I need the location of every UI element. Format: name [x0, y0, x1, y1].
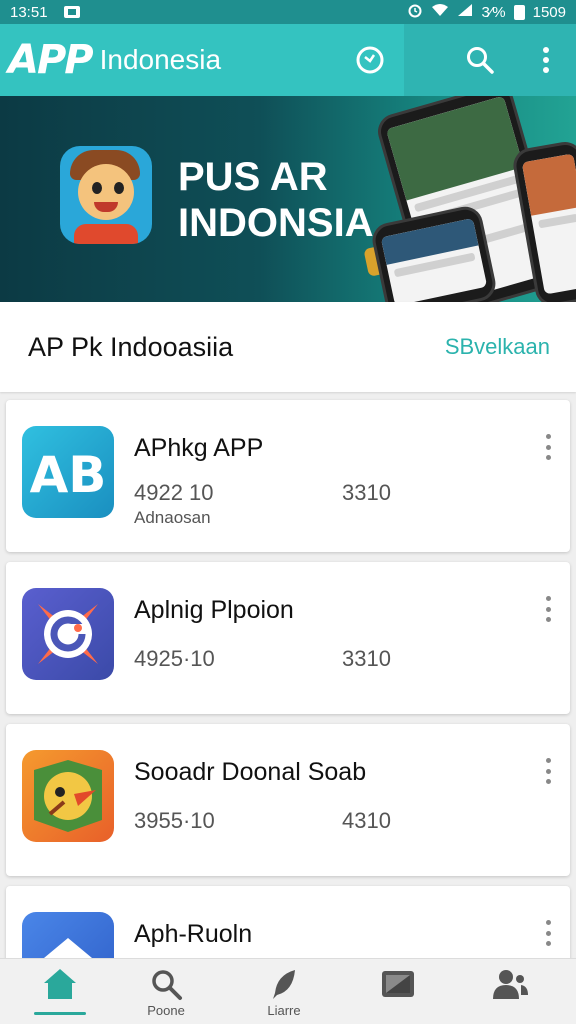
battery-icon: [513, 4, 525, 20]
overflow-menu-button[interactable]: [526, 40, 566, 80]
see-all-link[interactable]: SBvelkaan: [445, 334, 550, 360]
more-vert-icon[interactable]: [538, 918, 558, 948]
status-time: 13:51: [10, 3, 48, 21]
parrot-app-icon: [22, 750, 114, 842]
app-list-item[interactable]: Sooadr Doonal Soab 3955·10 4310: [6, 724, 570, 876]
app-name: Sooadr Doonal Soab: [134, 758, 367, 786]
mascot-icon: [60, 146, 152, 244]
active-tab-indicator: [34, 1012, 86, 1015]
people-icon: [493, 970, 528, 999]
nav-profile[interactable]: [470, 959, 550, 1024]
app-developer: Adnaosan: [134, 508, 211, 527]
more-vert-icon[interactable]: [538, 756, 558, 786]
status-bar: 13:51 3⁄% 1509: [0, 0, 576, 24]
app-rating-count: 3955·10: [134, 808, 215, 833]
refresh-button[interactable]: [350, 40, 390, 80]
search-icon: [467, 47, 494, 74]
promo-banner[interactable]: PUS AR INDONSIA: [0, 96, 576, 302]
app-logo[interactable]: APP Indonesia: [0, 37, 221, 83]
banner-title-line1: PUS AR: [178, 155, 328, 199]
nav-media[interactable]: [358, 959, 438, 1024]
app-downloads: 4310: [342, 808, 391, 833]
app-name: Aph-Ruoln: [134, 920, 253, 948]
app-name: APhkg APP: [134, 434, 264, 462]
section-header: AP Pk Indooasiia SBvelkaan: [0, 302, 576, 392]
nav-home[interactable]: [20, 959, 100, 1024]
app-bar: APP Indonesia: [0, 24, 576, 96]
nav-label-search: Poone: [147, 1003, 185, 1018]
banner-title: PUS AR INDONSIA: [178, 154, 374, 246]
app-rating-count: 4925·10: [134, 646, 215, 671]
alarm-icon: [407, 2, 423, 22]
app-downloads: 3310: [342, 480, 391, 505]
search-button[interactable]: [460, 40, 500, 80]
app-list-item[interactable]: AB APhkg APP 4922 10 3310 Adnaosan: [6, 400, 570, 552]
bottom-navigation: Poone Liarre: [0, 958, 576, 1024]
feather-icon: [273, 970, 295, 999]
ab-app-icon: AB: [22, 426, 114, 518]
more-vert-icon: [543, 47, 549, 73]
signal-icon: [457, 3, 473, 21]
nav-label-write: Liarre: [267, 1003, 301, 1018]
app-rating-count: 4922 10: [134, 480, 214, 505]
app-name: Aplnig Plpoion: [134, 596, 294, 624]
app-title: Indonesia: [99, 44, 222, 75]
battery-percent: 3⁄%: [481, 3, 506, 21]
logo-mark: APP: [8, 37, 94, 83]
home-icon: [44, 969, 76, 999]
search-icon: [152, 970, 182, 1000]
svg-text:AB: AB: [30, 446, 107, 504]
refresh-icon: [356, 46, 384, 74]
app-list-item[interactable]: Aplnig Plpoion 4925·10 3310: [6, 562, 570, 714]
wifi-icon: [431, 3, 449, 21]
more-vert-icon[interactable]: [538, 432, 558, 462]
nav-search[interactable]: Poone: [126, 959, 206, 1024]
phone-illustration-small: [369, 203, 499, 302]
c-app-icon: [22, 588, 114, 680]
nav-write[interactable]: Liarre: [244, 959, 324, 1024]
tv-icon: [382, 971, 414, 997]
app-downloads: 3310: [342, 646, 391, 671]
notification-icon: [63, 6, 80, 18]
more-vert-icon[interactable]: [538, 594, 558, 624]
status-clock-right: 1509: [532, 3, 566, 21]
banner-title-line2: INDONSIA: [178, 201, 374, 245]
section-title: AP Pk Indooasiia: [28, 331, 234, 362]
